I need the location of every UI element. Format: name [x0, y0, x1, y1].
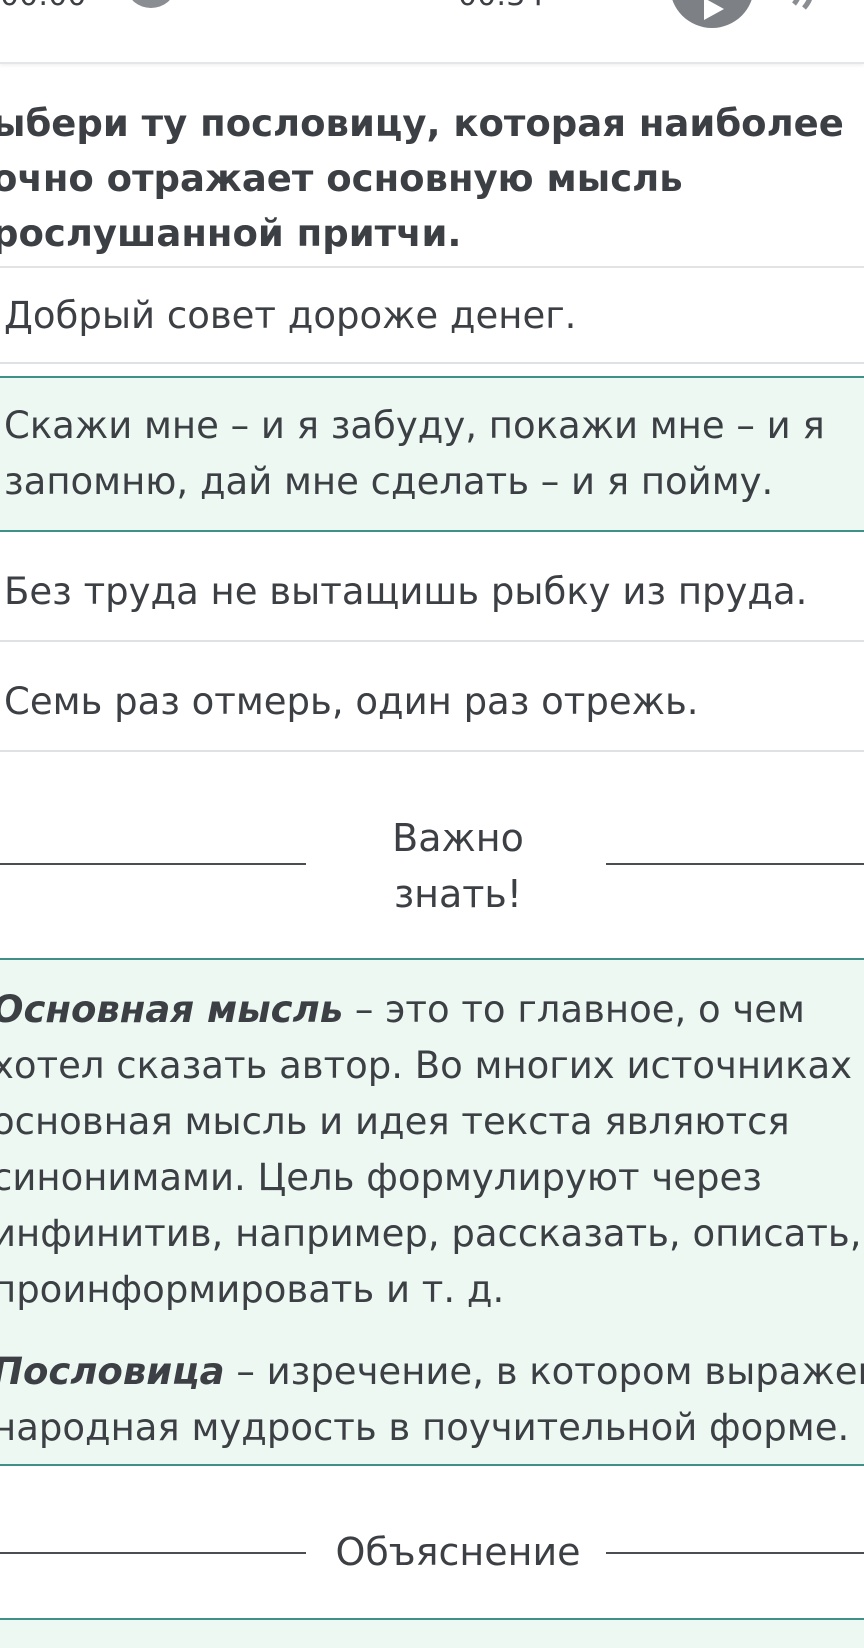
- explanation-heading[interactable]: Объяснение: [300, 1524, 616, 1580]
- timer-left: 00:00: [0, 0, 86, 13]
- question-title: ыбери ту пословицу, которая наиболее очн…: [0, 96, 864, 261]
- answer-option-2-line-2: запомню, дай мне сделать – и я пойму.: [4, 460, 774, 503]
- answer-option-2-line-1: Скажи мне – и я забуду, покажи мне – и я: [4, 404, 825, 447]
- answer-option-4[interactable]: Семь раз отмерь, один раз отрежь.: [0, 654, 864, 752]
- question-line-2: очно отражает основную мысль: [0, 157, 683, 200]
- info-p1-line-2: хотел сказать автор. Во многих источника…: [0, 1044, 853, 1087]
- important-rule-right: [606, 863, 864, 865]
- question-line-1: ыбери ту пословицу, которая наиболее: [0, 102, 844, 145]
- info-p1-line-1: – это то главное, о чем: [343, 988, 805, 1031]
- info-box: Основная мысль – это то главное, о чем х…: [0, 958, 864, 1466]
- info-p2-line-2: народная мудрость в поучительной форме.: [0, 1406, 850, 1449]
- explanation-rule-left: [0, 1552, 306, 1554]
- play-button[interactable]: [670, 0, 754, 28]
- term-proverb: Пословица: [0, 1350, 225, 1393]
- info-p1-line-3: основная мысль и идея текста являются: [0, 1100, 790, 1143]
- info-p2-line-1: – изречение, в котором выражена: [224, 1350, 864, 1393]
- term-main-idea: Основная мысль: [0, 988, 344, 1031]
- answer-option-3-text: Без труда не вытащишь рыбку из пруда.: [4, 570, 808, 613]
- info-paragraph-proverb: Пословица – изречение, в котором выражен…: [0, 1344, 864, 1456]
- status-dot-icon: [128, 0, 174, 8]
- important-rule-left: [0, 863, 306, 865]
- info-p1-line-6: проинформировать и т. д.: [0, 1268, 505, 1311]
- top-bar: 00:00 00:34: [0, 0, 864, 64]
- question-line-3: рослушанной притчи.: [0, 212, 462, 255]
- answer-option-1[interactable]: Добрый совет дороже денег.: [0, 268, 864, 364]
- answer-option-2-selected[interactable]: Скажи мне – и я забуду, покажи мне – и я…: [0, 376, 864, 532]
- explanation-box: [0, 1618, 864, 1648]
- speaker-icon[interactable]: [790, 0, 830, 10]
- important-heading-line-2: знать!: [393, 872, 523, 916]
- answer-option-3[interactable]: Без труда не вытащишь рыбку из пруда.: [0, 544, 864, 642]
- timer-center: 00:34: [458, 0, 544, 13]
- explanation-rule-right: [606, 1552, 864, 1554]
- play-icon: [704, 0, 724, 20]
- answer-option-4-text: Семь раз отмерь, один раз отрежь.: [4, 680, 699, 723]
- info-p1-line-4: синонимами. Цель формулируют через: [0, 1156, 762, 1199]
- info-paragraph-main-idea: Основная мысль – это то главное, о чем х…: [0, 982, 864, 1318]
- answer-option-1-text: Добрый совет дороже денег.: [4, 294, 577, 337]
- info-p1-line-5: инфинитив, например, рассказать, описать…: [0, 1212, 862, 1255]
- important-heading-line-1: Важно: [392, 816, 524, 860]
- important-heading: Важно знать!: [300, 810, 616, 922]
